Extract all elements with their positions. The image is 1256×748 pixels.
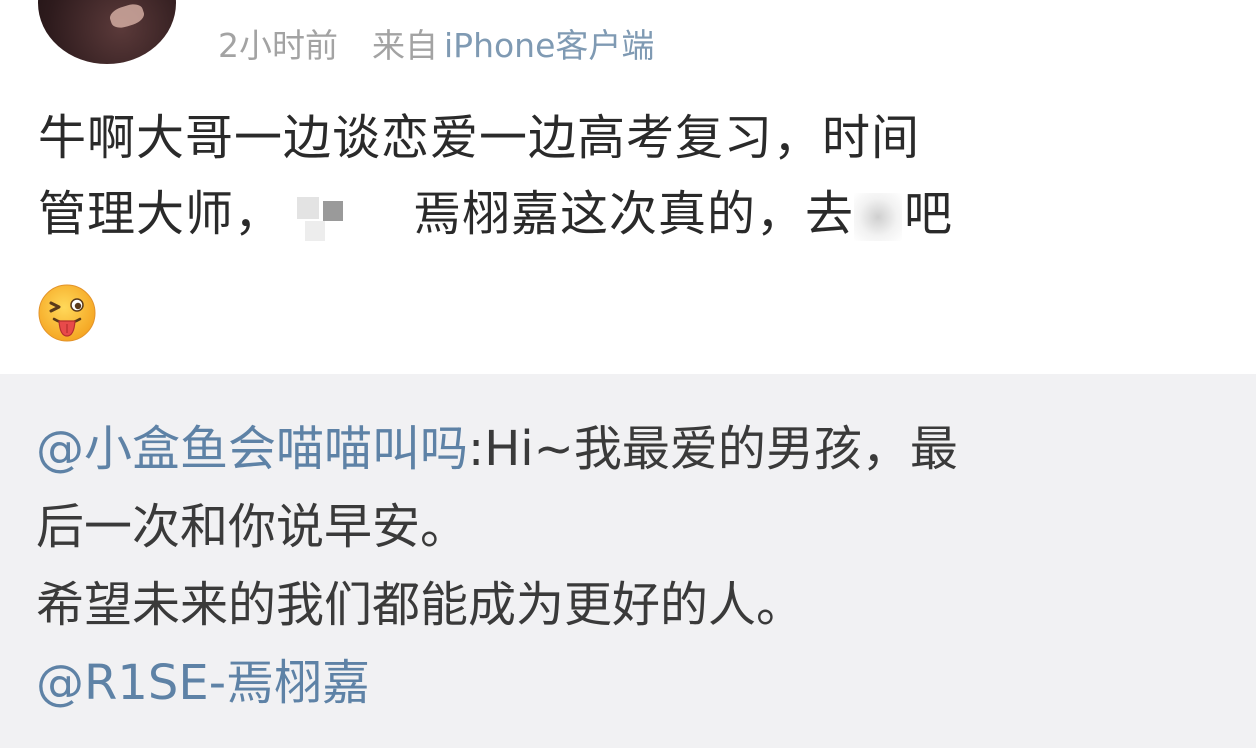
- post-meta: 2小时前 来自 iPhone客户端: [218, 18, 654, 68]
- repost-line-1: @小盒鱼会喵喵叫吗:Hi~我最爱的男孩，最: [36, 410, 1226, 488]
- post-line-2-start: 管理大师，: [38, 186, 284, 242]
- post-line-2-end: 吧: [904, 186, 954, 242]
- mention-link-user[interactable]: @小盒鱼会喵喵叫吗: [36, 421, 468, 477]
- repost-line-3: 希望未来的我们都能成为更好的人。: [36, 577, 805, 633]
- mention-link-r1se[interactable]: @R1SE-焉栩嘉: [36, 655, 370, 711]
- avatar-photo-detail: [107, 1, 147, 31]
- tongue-out-wink-emoji: [38, 284, 96, 342]
- source-prefix: 来自: [372, 26, 438, 65]
- repost-line-1-rest: :Hi~我最爱的男孩，最: [468, 421, 958, 477]
- censored-char: [854, 193, 903, 241]
- repost-line-2: 后一次和你说早安。: [36, 499, 469, 555]
- source-app-link[interactable]: iPhone客户端: [444, 19, 654, 67]
- repost-quote-box[interactable]: @小盒鱼会喵喵叫吗:Hi~我最爱的男孩，最 后一次和你说早安。 希望未来的我们都…: [0, 374, 1256, 748]
- post-time: 2小时前: [218, 26, 338, 65]
- censored-blur: [289, 189, 399, 245]
- repost-text: @小盒鱼会喵喵叫吗:Hi~我最爱的男孩，最 后一次和你说早安。 希望未来的我们都…: [36, 410, 1226, 722]
- post-line-2-middle: 焉栩嘉这次真的，去: [413, 186, 855, 242]
- weibo-post: 2小时前 来自 iPhone客户端 牛啊大哥一边谈恋爱一边高考复习，时间 管理大…: [0, 0, 1256, 748]
- post-line-1: 牛啊大哥一边谈恋爱一边高考复习，时间: [38, 110, 921, 166]
- repost-line-4: @R1SE-焉栩嘉: [36, 644, 1226, 722]
- post-body: 牛啊大哥一边谈恋爱一边高考复习，时间 管理大师， 焉栩嘉这次真的，去吧: [38, 100, 1228, 252]
- avatar[interactable]: [38, 0, 176, 64]
- post-line-2: 管理大师， 焉栩嘉这次真的，去吧: [38, 176, 1228, 252]
